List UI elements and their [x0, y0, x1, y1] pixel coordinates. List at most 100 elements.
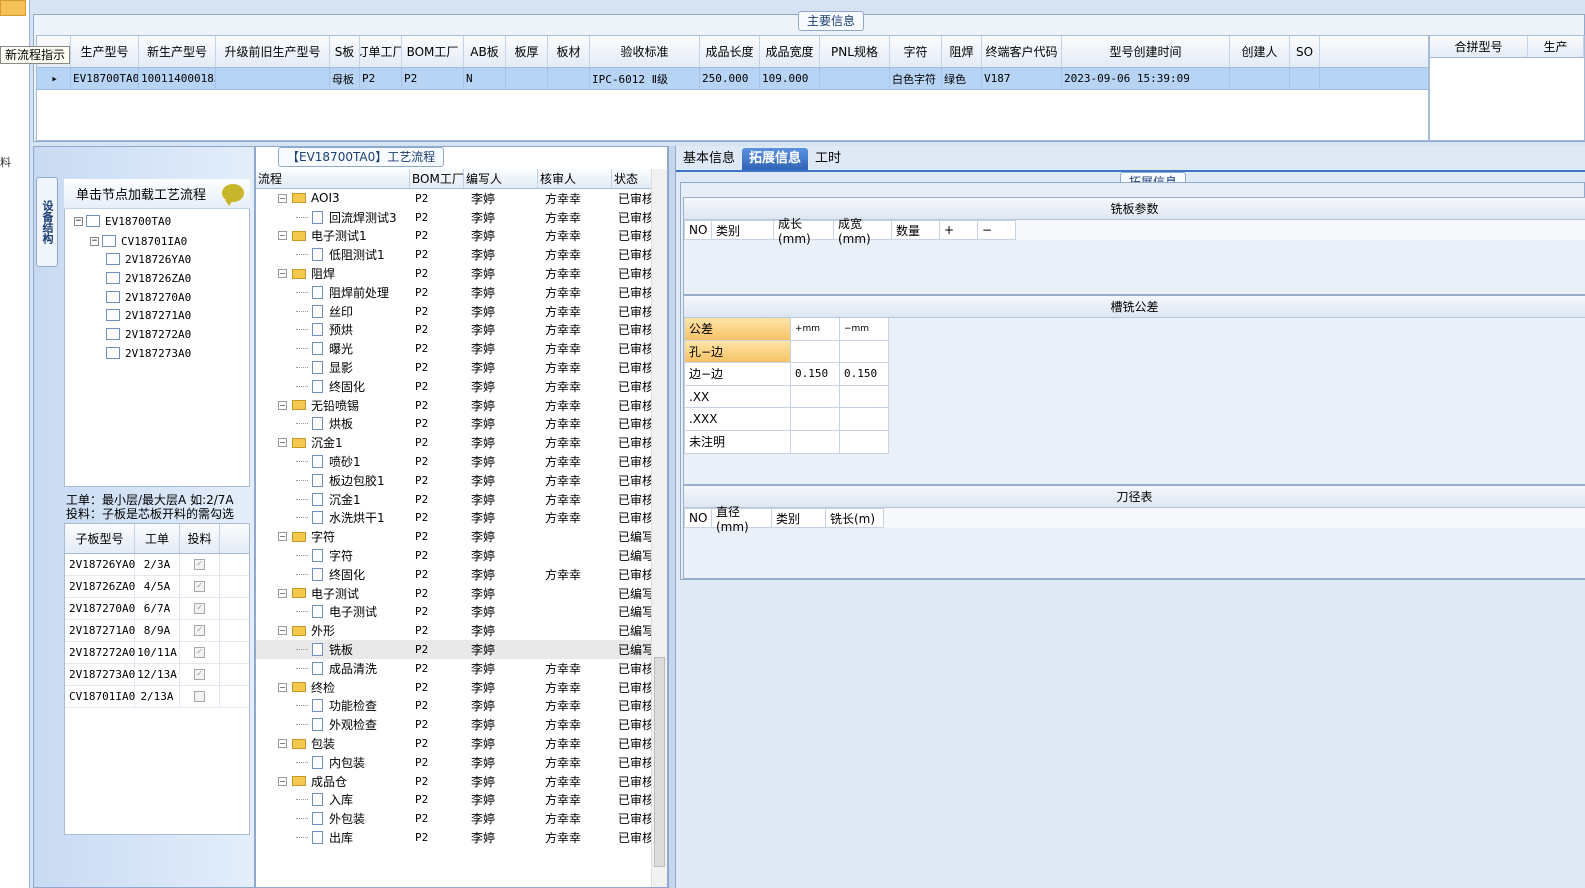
flow-row[interactable]: 终固化 P2 李婷 方幸幸 已审核 — [256, 377, 652, 396]
sub-order-cell[interactable]: 10/11A — [135, 642, 180, 663]
main-cell[interactable] — [820, 68, 890, 89]
main-col-header[interactable]: SO — [1290, 36, 1320, 67]
sub-board-row[interactable]: 2V18726YA0 2/3A ✓ — [65, 554, 249, 576]
row-indicator[interactable]: ▸ — [37, 68, 71, 89]
tree-node[interactable]: − EV18700TA0 — [74, 213, 171, 229]
collapse-toggle-icon[interactable]: − — [90, 236, 99, 246]
main-col-header[interactable]: 生产型号 — [71, 36, 139, 67]
main-cell[interactable]: V187 — [982, 68, 1062, 89]
flow-col-header[interactable]: 流程 — [256, 169, 410, 188]
cutter-col-header[interactable]: 铣长(m) — [826, 508, 884, 528]
feed-checkbox[interactable]: ✓ — [194, 669, 205, 680]
flow-row[interactable]: 水洗烘干1 P2 李婷 方幸幸 已审核 — [256, 509, 652, 528]
tree-node[interactable]: 2V187270A0 — [106, 289, 191, 305]
main-col-header[interactable]: 创建人 — [1230, 36, 1290, 67]
sub-order-cell[interactable]: 12/13A — [135, 664, 180, 685]
sub-col-header[interactable]: 子板型号 — [65, 524, 135, 553]
collapse-toggle-icon[interactable]: − — [278, 193, 287, 203]
main-cell[interactable]: EV18700TA0 — [71, 68, 139, 89]
tolerance-plus-cell[interactable] — [791, 430, 840, 454]
flow-col-header[interactable]: BOM工厂 — [410, 169, 464, 188]
nav-button[interactable] — [0, 0, 26, 16]
flow-row[interactable]: 曝光 P2 李婷 方幸幸 已审核 — [256, 339, 652, 358]
main-col-header[interactable]: 成品宽度 — [760, 36, 820, 67]
flow-row[interactable]: 沉金1 P2 李婷 方幸幸 已审核 — [256, 490, 652, 509]
milling-col-header[interactable]: 成宽(mm) — [834, 217, 892, 246]
collapse-toggle-icon[interactable]: − — [278, 682, 287, 692]
milling-col-header[interactable]: − — [978, 220, 1016, 240]
main-col-header[interactable]: 成品长度 — [700, 36, 760, 67]
feed-checkbox[interactable]: ✓ — [194, 603, 205, 614]
cutter-col-header[interactable]: NO — [684, 508, 712, 528]
flow-row[interactable]: 铣板 P2 李婷 已编写 — [256, 640, 652, 659]
flow-row[interactable]: − 包装 P2 李婷 方幸幸 已审核 — [256, 734, 652, 753]
tolerance-row[interactable]: 边−边 0.150 0.150 — [684, 363, 889, 386]
tolerance-minus-cell[interactable] — [840, 340, 889, 364]
milling-col-header[interactable]: 数量 — [892, 220, 940, 240]
flow-row[interactable]: 喷砂1 P2 李婷 方幸幸 已审核 — [256, 452, 652, 471]
main-cell[interactable] — [216, 68, 330, 89]
collapse-toggle-icon[interactable]: − — [278, 626, 287, 636]
tolerance-plus-cell[interactable] — [791, 408, 840, 431]
flow-col-header[interactable]: 状态 — [612, 169, 652, 188]
main-cell[interactable]: 2023-09-06 15:39:09 — [1062, 68, 1230, 89]
feed-checkbox[interactable]: ✓ — [194, 625, 205, 636]
main-cell[interactable] — [1230, 68, 1290, 89]
sub-board-row[interactable]: 2V18726ZA0 4/5A ✓ — [65, 576, 249, 598]
milling-col-header[interactable]: 成长(mm) — [774, 217, 834, 246]
main-col-header[interactable]: 板材 — [548, 36, 590, 67]
tree-node[interactable]: 2V187272A0 — [106, 326, 191, 342]
sub-order-cell[interactable]: 2/3A — [135, 554, 180, 575]
cutter-col-header[interactable]: 直径(mm) — [712, 505, 772, 534]
flow-row[interactable]: 预烘 P2 李婷 方幸幸 已审核 — [256, 321, 652, 340]
flow-row[interactable]: 烘板 P2 李婷 方幸幸 已审核 — [256, 415, 652, 434]
flow-row[interactable]: 成品清洗 P2 李婷 方幸幸 已审核 — [256, 659, 652, 678]
main-cell[interactable] — [506, 68, 548, 89]
feed-checkbox[interactable]: ✓ — [194, 581, 205, 592]
main-col-header[interactable]: 订单工厂 — [360, 36, 402, 67]
collapse-toggle-icon[interactable]: − — [278, 739, 287, 748]
flow-row[interactable]: − 字符 P2 李婷 已编写 — [256, 527, 652, 546]
main-col-header[interactable]: 板厚 — [506, 36, 548, 67]
collapse-toggle-icon[interactable]: − — [278, 776, 287, 786]
merge-col-header[interactable]: 生产 — [1528, 36, 1584, 57]
main-cell[interactable]: 绿色 — [942, 68, 982, 89]
flow-row[interactable]: 阻焊前处理 P2 李婷 方幸幸 已审核 — [256, 283, 652, 302]
flow-row[interactable]: 外包装 P2 李婷 方幸幸 已审核 — [256, 809, 652, 828]
flow-row[interactable]: − AOI3 P2 李婷 方幸幸 已审核 — [256, 189, 652, 208]
panel-splitter[interactable] — [668, 146, 676, 888]
flow-row[interactable]: 外观检查 P2 李婷 方幸幸 已审核 — [256, 715, 652, 734]
flow-scroll-thumb[interactable] — [654, 657, 665, 867]
flow-row[interactable]: − 电子测试1 P2 李婷 方幸幸 已审核 — [256, 227, 652, 246]
main-col-header[interactable]: 验收标准 — [590, 36, 700, 67]
collapse-toggle-icon[interactable]: − — [278, 532, 287, 542]
flow-row[interactable]: − 外形 P2 李婷 已编写 — [256, 621, 652, 640]
flow-row[interactable]: 回流焊测试3 P2 李婷 方幸幸 已审核 — [256, 208, 652, 227]
tab-2[interactable]: 工时 — [808, 148, 848, 170]
feed-checkbox[interactable] — [194, 691, 205, 702]
collapse-toggle-icon[interactable]: − — [74, 216, 83, 226]
tolerance-plus-cell[interactable] — [791, 385, 840, 409]
collapse-toggle-icon[interactable]: − — [278, 231, 287, 241]
main-cell[interactable]: N — [464, 68, 506, 89]
structure-vertical-tab[interactable]: 设备结构 — [36, 177, 58, 267]
main-cell[interactable] — [548, 68, 590, 89]
collapse-toggle-icon[interactable]: − — [278, 588, 287, 598]
main-cell[interactable]: P2 — [360, 68, 402, 89]
flow-row[interactable]: 板边包胶1 P2 李婷 方幸幸 已审核 — [256, 471, 652, 490]
main-col-header[interactable]: S板 — [330, 36, 360, 67]
flow-row[interactable]: 终固化 P2 李婷 方幸幸 已审核 — [256, 565, 652, 584]
flow-row[interactable]: − 无铅喷锡 P2 李婷 方幸幸 已审核 — [256, 396, 652, 415]
tolerance-row[interactable]: .XXX — [684, 408, 889, 431]
collapse-toggle-icon[interactable]: − — [278, 269, 287, 279]
tolerance-plus-cell[interactable] — [791, 340, 840, 364]
main-cell[interactable]: P2 — [402, 68, 464, 89]
feed-checkbox[interactable]: ✓ — [194, 559, 205, 570]
tolerance-minus-cell[interactable]: 0.150 — [840, 363, 889, 386]
main-grid-row[interactable]: ▸EV18700TA010011400018313母板P2P2NIPC-6012… — [37, 68, 1428, 90]
main-col-header[interactable]: PNL规格 — [820, 36, 890, 67]
flow-row[interactable]: 功能检查 P2 李婷 方幸幸 已审核 — [256, 697, 652, 716]
sub-board-row[interactable]: 2V187271A0 8/9A ✓ — [65, 620, 249, 642]
main-col-header[interactable]: 字符 — [890, 36, 942, 67]
flow-row[interactable]: − 电子测试 P2 李婷 已编写 — [256, 584, 652, 603]
